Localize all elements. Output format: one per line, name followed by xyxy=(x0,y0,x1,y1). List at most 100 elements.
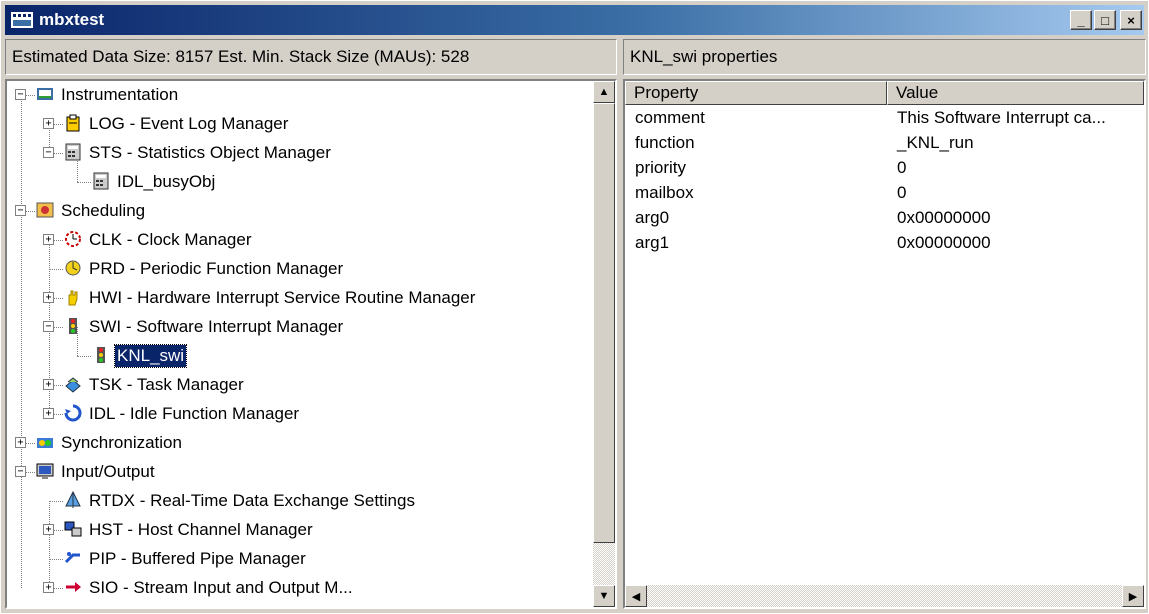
maximize-button[interactable]: □ xyxy=(1094,10,1116,30)
property-row[interactable]: mailbox 0 xyxy=(625,182,1144,204)
tree-node-label[interactable]: Synchronization xyxy=(59,432,184,454)
tree-node-label[interactable]: RTDX - Real-Time Data Exchange Settings xyxy=(87,490,417,512)
tree-node[interactable]: − STS - Statistics Object Manager xyxy=(7,141,593,165)
task-icon xyxy=(65,377,81,393)
tree-node[interactable]: + SIO - Stream Input and Output M... xyxy=(7,576,593,600)
property-row[interactable]: arg1 0x00000000 xyxy=(625,232,1144,254)
tree-node[interactable]: − SWI - Software Interrupt Manager xyxy=(7,315,593,339)
properties-header: KNL_swi properties xyxy=(623,39,1146,75)
expand-button[interactable]: + xyxy=(15,437,26,448)
property-row[interactable]: priority 0 xyxy=(625,157,1144,179)
host-icon xyxy=(64,521,82,537)
tree-node[interactable]: + LOG - Event Log Manager xyxy=(7,112,593,136)
value-column-header[interactable]: Value xyxy=(887,81,1144,105)
tree-node-label[interactable]: IDL_busyObj xyxy=(115,171,217,193)
scroll-left-button[interactable]: ◀ xyxy=(625,585,647,607)
scroll-right-button[interactable]: ▶ xyxy=(1122,585,1144,607)
expand-button[interactable]: + xyxy=(43,379,54,390)
tree-node[interactable]: PIP - Buffered Pipe Manager xyxy=(7,547,593,571)
expand-button[interactable]: + xyxy=(43,524,54,535)
property-row[interactable]: function _KNL_run xyxy=(625,132,1144,154)
expand-button[interactable]: + xyxy=(43,118,54,129)
tree-node-label[interactable]: Scheduling xyxy=(59,200,147,222)
monitor-icon xyxy=(36,463,54,479)
property-name: function xyxy=(635,133,695,152)
tree-node[interactable]: + Synchronization xyxy=(7,431,593,455)
tree-node-label[interactable]: SWI - Software Interrupt Manager xyxy=(87,316,345,338)
title-bar[interactable]: mbxtest _ □ × xyxy=(5,5,1144,35)
tree-node[interactable]: IDL_busyObj xyxy=(7,170,593,194)
tree-node-label[interactable]: Input/Output xyxy=(59,461,157,483)
collapse-button[interactable]: − xyxy=(15,205,26,216)
tree-trunk-line xyxy=(49,501,50,588)
scroll-down-button[interactable]: ▼ xyxy=(593,585,615,607)
tree-vertical-scrollbar[interactable]: ▲ ▼ xyxy=(593,81,615,607)
collapse-button[interactable]: − xyxy=(15,89,26,100)
property-value: This Software Interrupt ca... xyxy=(897,108,1106,127)
scroll-thumb[interactable] xyxy=(593,103,615,543)
property-value: _KNL_run xyxy=(897,133,974,152)
property-name: arg1 xyxy=(635,233,670,252)
scroll-up-button[interactable]: ▲ xyxy=(593,81,615,103)
tree-node[interactable]: − Instrumentation xyxy=(7,83,593,107)
tree-node[interactable]: PRD - Periodic Function Manager xyxy=(7,257,593,281)
tree-node[interactable]: − Input/Output xyxy=(7,460,593,484)
app-icon xyxy=(11,12,33,28)
property-value: 0 xyxy=(897,183,907,202)
expand-button[interactable]: + xyxy=(43,582,54,593)
estimated-size-header: Estimated Data Size: 8157 Est. Min. Stac… xyxy=(5,39,617,75)
tree-node[interactable]: + HST - Host Channel Manager xyxy=(7,518,593,542)
tree-node[interactable]: KNL_swi xyxy=(7,344,593,368)
tree-node-label[interactable]: IDL - Idle Function Manager xyxy=(87,403,301,425)
tree-node-label[interactable]: CLK - Clock Manager xyxy=(87,229,254,251)
window-title: mbxtest xyxy=(39,10,105,29)
expand-button[interactable]: + xyxy=(43,234,54,245)
expand-button[interactable]: + xyxy=(43,292,54,303)
tree-connector-line xyxy=(77,356,91,357)
config-tree[interactable]: − Instrumentation + LOG - Event Log Manager… xyxy=(7,81,593,607)
tree-node[interactable]: + CLK - Clock Manager xyxy=(7,228,593,252)
property-column-header[interactable]: Property xyxy=(625,81,887,105)
log-icon xyxy=(66,114,80,132)
property-value: 0x00000000 xyxy=(897,233,991,252)
tree-connector-line xyxy=(49,501,63,502)
tree-node-label[interactable]: KNL_swi xyxy=(113,344,188,368)
property-row[interactable]: arg0 0x00000000 xyxy=(625,207,1144,229)
traffic-light-icon xyxy=(69,318,77,334)
close-button[interactable]: × xyxy=(1120,10,1142,30)
tree-node[interactable]: + HWI - Hardware Interrupt Service Routin… xyxy=(7,286,593,310)
property-name: mailbox xyxy=(635,183,694,202)
property-name: comment xyxy=(635,108,705,127)
properties-horizontal-scrollbar[interactable]: ◀ ▶ xyxy=(625,585,1144,607)
tree-trunk-line xyxy=(21,95,22,588)
tree-connector-line xyxy=(49,559,63,560)
tree-node-label[interactable]: Instrumentation xyxy=(59,84,180,106)
scheduling-icon xyxy=(36,202,54,218)
tree-connector-line xyxy=(77,182,91,183)
tree-node-label[interactable]: TSK - Task Manager xyxy=(87,374,246,396)
tree-node-label[interactable]: STS - Statistics Object Manager xyxy=(87,142,333,164)
tree-node[interactable]: + TSK - Task Manager xyxy=(7,373,593,397)
tree-node-label[interactable]: SIO - Stream Input and Output M... xyxy=(87,577,355,599)
clock-icon xyxy=(65,231,81,247)
collapse-button[interactable]: − xyxy=(43,147,54,158)
tree-node-label[interactable]: PRD - Periodic Function Manager xyxy=(87,258,345,280)
tree-node[interactable]: RTDX - Real-Time Data Exchange Settings xyxy=(7,489,593,513)
minimize-button[interactable]: _ xyxy=(1070,10,1092,30)
config-tree-pane[interactable]: − Instrumentation + LOG - Event Log Manager… xyxy=(5,79,617,609)
tree-node-label[interactable]: PIP - Buffered Pipe Manager xyxy=(87,548,308,570)
collapse-button[interactable]: − xyxy=(15,466,26,477)
app-window: mbxtest _ □ × Estimated Data Size: 8157 … xyxy=(0,0,1149,614)
stream-icon xyxy=(66,582,81,592)
property-row[interactable]: comment This Software Interrupt ca... xyxy=(625,107,1144,129)
tree-node-label[interactable]: HST - Host Channel Manager xyxy=(87,519,315,541)
collapse-button[interactable]: − xyxy=(43,321,54,332)
rtdx-icon xyxy=(65,490,81,508)
tree-node[interactable]: + IDL - Idle Function Manager xyxy=(7,402,593,426)
property-value: 0x00000000 xyxy=(897,208,991,227)
tree-node-label[interactable]: HWI - Hardware Interrupt Service Routine… xyxy=(87,287,477,309)
tree-node[interactable]: − Scheduling xyxy=(7,199,593,223)
property-name: arg0 xyxy=(635,208,670,227)
tree-node-label[interactable]: LOG - Event Log Manager xyxy=(87,113,290,135)
expand-button[interactable]: + xyxy=(43,408,54,419)
